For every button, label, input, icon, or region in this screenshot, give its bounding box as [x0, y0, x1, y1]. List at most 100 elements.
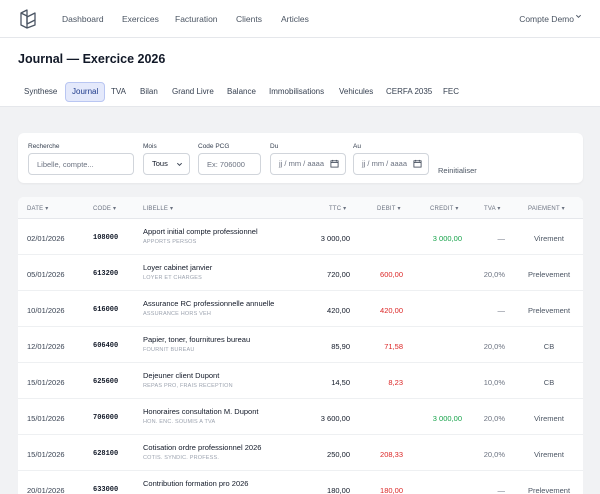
- calendar-icon[interactable]: [413, 159, 422, 168]
- column-header-tva[interactable]: TVA ▾: [484, 205, 501, 212]
- cell-libelle: Apport initial compte professionnel: [143, 227, 258, 236]
- cell-code: 613200: [93, 270, 119, 278]
- tab-immobilisations[interactable]: Immobilisations: [269, 82, 324, 102]
- cell-date: 15/01/2026: [27, 414, 65, 423]
- cell-paiement: CB: [543, 378, 555, 387]
- cell-category: REPAS PRO, FRAIS RECEPTION: [143, 383, 233, 389]
- cell-paiement: Prelevement: [527, 306, 571, 315]
- table-row[interactable]: 12/01/2026 606400 Papier, toner, fournit…: [18, 327, 583, 363]
- nav-facturation[interactable]: Facturation: [175, 14, 218, 24]
- date-to-label: Au: [353, 143, 361, 150]
- column-header-libelle[interactable]: LIBELLE ▾: [143, 205, 173, 212]
- column-header-debit[interactable]: DEBIT ▾: [377, 205, 401, 212]
- table-row[interactable]: 05/01/2026 613200 Loyer cabinet janvier …: [18, 255, 583, 291]
- cell-libelle: Cotisation ordre professionnel 2026: [143, 443, 262, 452]
- date-to-input[interactable]: jj / mm / aaaa: [353, 153, 429, 175]
- cell-tva: —: [497, 234, 506, 243]
- cell-libelle: Papier, toner, fournitures bureau: [143, 335, 251, 344]
- cell-libelle: Dejeuner client Dupont: [143, 371, 220, 380]
- cell-tva: —: [497, 306, 506, 315]
- cell-tva: 20,0%: [483, 270, 505, 279]
- nav-articles[interactable]: Articles: [281, 14, 309, 24]
- tab-cerfa-2035[interactable]: CERFA 2035: [386, 82, 432, 102]
- table-row[interactable]: 15/01/2026 628100 Cotisation ordre profe…: [18, 435, 583, 471]
- cell-code: 628100: [93, 450, 119, 458]
- sort-arrow-icon: ▾: [397, 206, 401, 212]
- tab-tva[interactable]: TVA: [111, 82, 126, 102]
- cell-ttc: 720,00: [327, 270, 350, 279]
- chevron-down-icon: [176, 162, 183, 167]
- nav-clients[interactable]: Clients: [236, 14, 262, 24]
- cell-tva: 20,0%: [483, 342, 505, 351]
- cell-category: ASSURANCE HORS VEH: [143, 311, 212, 317]
- date-from-label: Du: [270, 143, 279, 150]
- cell-debit: 208,33: [380, 450, 403, 459]
- cell-date: 20/01/2026: [27, 486, 65, 494]
- cell-ttc: 14,50: [331, 378, 350, 387]
- cell-date: 15/01/2026: [27, 450, 65, 459]
- cell-paiement: Virement: [534, 450, 564, 459]
- table-row[interactable]: 02/01/2026 108000 Apport initial compte …: [18, 219, 583, 255]
- calendar-icon[interactable]: [330, 159, 339, 168]
- account-menu[interactable]: Compte Demo: [519, 14, 574, 24]
- table-row[interactable]: 15/01/2026 625600 Dejeuner client Dupont…: [18, 363, 583, 399]
- cell-tva: —: [497, 486, 506, 494]
- reset-filters-button[interactable]: Reinitialiser: [438, 166, 477, 175]
- chevron-down-icon[interactable]: [575, 13, 582, 20]
- cell-category: COTIS. SYNDIC. PROFESS.: [143, 455, 220, 461]
- cell-category: HON. ENC. SOUMIS A TVA: [143, 419, 216, 425]
- tab-synthese[interactable]: Synthese: [24, 82, 57, 102]
- search-input[interactable]: [28, 153, 134, 175]
- search-label: Recherche: [28, 143, 60, 150]
- table-row[interactable]: 10/01/2026 616000 Assurance RC professio…: [18, 291, 583, 327]
- month-label: Mois: [143, 143, 157, 150]
- column-header-code[interactable]: CODE ▾: [93, 205, 116, 212]
- tab-fec[interactable]: FEC: [443, 82, 459, 102]
- sort-arrow-icon: ▾: [169, 206, 174, 212]
- column-header-paiement[interactable]: PAIEMENT ▾: [528, 205, 565, 212]
- date-to-placeholder: jj / mm / aaaa: [362, 159, 408, 168]
- cell-paiement: Prelevement: [527, 486, 571, 494]
- nav-dashboard[interactable]: Dashboard: [62, 14, 104, 24]
- tab-vehicules[interactable]: Vehicules: [339, 82, 373, 102]
- pcg-label: Code PCG: [198, 143, 230, 150]
- cell-date: 15/01/2026: [27, 378, 65, 387]
- sort-arrow-icon: ▾: [497, 206, 501, 212]
- tab-grand-livre[interactable]: Grand Livre: [172, 82, 214, 102]
- cell-ttc: 420,00: [327, 306, 350, 315]
- cell-date: 02/01/2026: [27, 234, 65, 243]
- sort-arrow-icon: ▾: [45, 206, 49, 212]
- cell-paiement: Virement: [534, 414, 564, 423]
- filter-card: Recherche Mois Tous Code PCG Du jj / mm …: [18, 133, 583, 183]
- cell-ttc: 85,90: [331, 342, 350, 351]
- page-header: Journal — Exercice 2026 Synthese Journal…: [0, 38, 600, 107]
- table-row[interactable]: 15/01/2026 706000 Honoraires consultatio…: [18, 399, 583, 435]
- tab-balance[interactable]: Balance: [227, 82, 256, 102]
- cell-ttc: 3 600,00: [320, 414, 350, 423]
- cell-libelle: Honoraires consultation M. Dupont: [143, 407, 259, 416]
- pcg-code-input[interactable]: [198, 153, 261, 175]
- sort-arrow-icon: ▾: [113, 206, 117, 212]
- column-header-date[interactable]: DATE ▾: [27, 205, 48, 212]
- date-from-placeholder: jj / mm / aaaa: [279, 159, 325, 168]
- cell-debit: 420,00: [380, 306, 403, 315]
- cell-code: 706000: [93, 414, 119, 422]
- month-select[interactable]: Tous: [143, 153, 190, 175]
- column-header-credit[interactable]: CREDIT ▾: [430, 205, 459, 212]
- cell-debit: 600,00: [380, 270, 403, 279]
- cell-code: 625600: [93, 378, 119, 386]
- nav-exercices[interactable]: Exercices: [122, 14, 159, 24]
- tab-journal[interactable]: Journal: [65, 82, 106, 102]
- cell-code: 108000: [93, 234, 119, 242]
- column-header-ttc[interactable]: TTC ▾: [329, 205, 346, 212]
- cell-debit: 180,00: [380, 486, 403, 494]
- cell-date: 05/01/2026: [27, 270, 65, 279]
- cell-date: 12/01/2026: [27, 342, 65, 351]
- cell-date: 10/01/2026: [27, 306, 65, 315]
- date-from-input[interactable]: jj / mm / aaaa: [270, 153, 346, 175]
- cell-tva: 20,0%: [483, 450, 505, 459]
- table-row[interactable]: 20/01/2026 633000 Contribution formation…: [18, 471, 583, 494]
- app-logo-icon[interactable]: [18, 8, 40, 30]
- tab-bilan[interactable]: Bilan: [140, 82, 158, 102]
- page-title: Journal — Exercice 2026: [18, 52, 166, 66]
